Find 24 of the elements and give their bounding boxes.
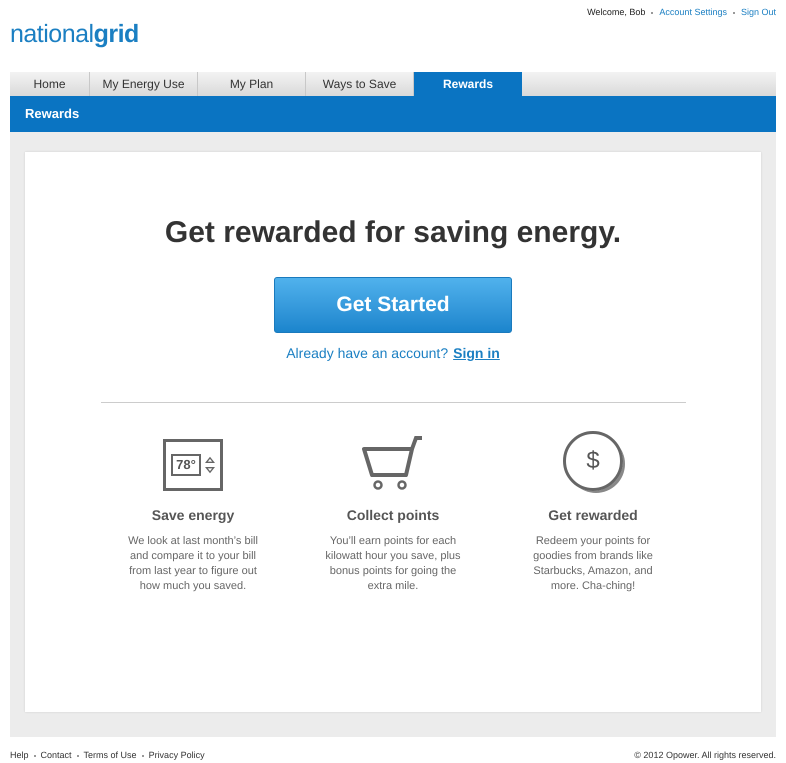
section-title: Rewards [25, 105, 80, 124]
copyright: © 2012 Opower. All rights reserved. [634, 749, 776, 762]
feature-title: Save energy [152, 506, 234, 525]
feature-description: We look at last month’s bill and compare it to your bill from last year to figure out how much you saved. [127, 534, 259, 594]
feature-title: Get rewarded [548, 506, 638, 525]
headline: Get rewarded for saving energy. [164, 215, 622, 251]
up-down-arrows-icon [204, 456, 215, 474]
signin-link[interactable]: Sign in [453, 343, 500, 364]
welcome-text: Welcome, Bob [587, 6, 646, 19]
footer-link[interactable]: Contact [40, 749, 72, 762]
feature-description: Redeem your points for goodies from brands like Starbucks, Amazon, and more. Cha-ching! [532, 534, 654, 594]
footer-link[interactable]: Terms of Use [84, 749, 137, 762]
feature-description: You’ll earn points for each kilowatt hour you save, plus bonus points for going the extra mile. [324, 534, 462, 594]
footer-link[interactable]: Help [10, 749, 29, 762]
header-link[interactable]: Account Settings [659, 6, 727, 20]
shopping-cart-icon [362, 435, 424, 491]
header-link[interactable]: Sign Out [740, 6, 776, 20]
thermostat-reading: 78° [171, 454, 201, 476]
signin-prompt: Already have an account? [286, 344, 448, 363]
dollar-sign: $ [586, 449, 600, 473]
logo[interactable]: nationalgrid [10, 16, 139, 72]
footer-link[interactable]: Privacy Policy [148, 749, 205, 762]
feature-title: Collect points [346, 506, 440, 525]
nav-tab[interactable]: Rewards [414, 72, 522, 96]
